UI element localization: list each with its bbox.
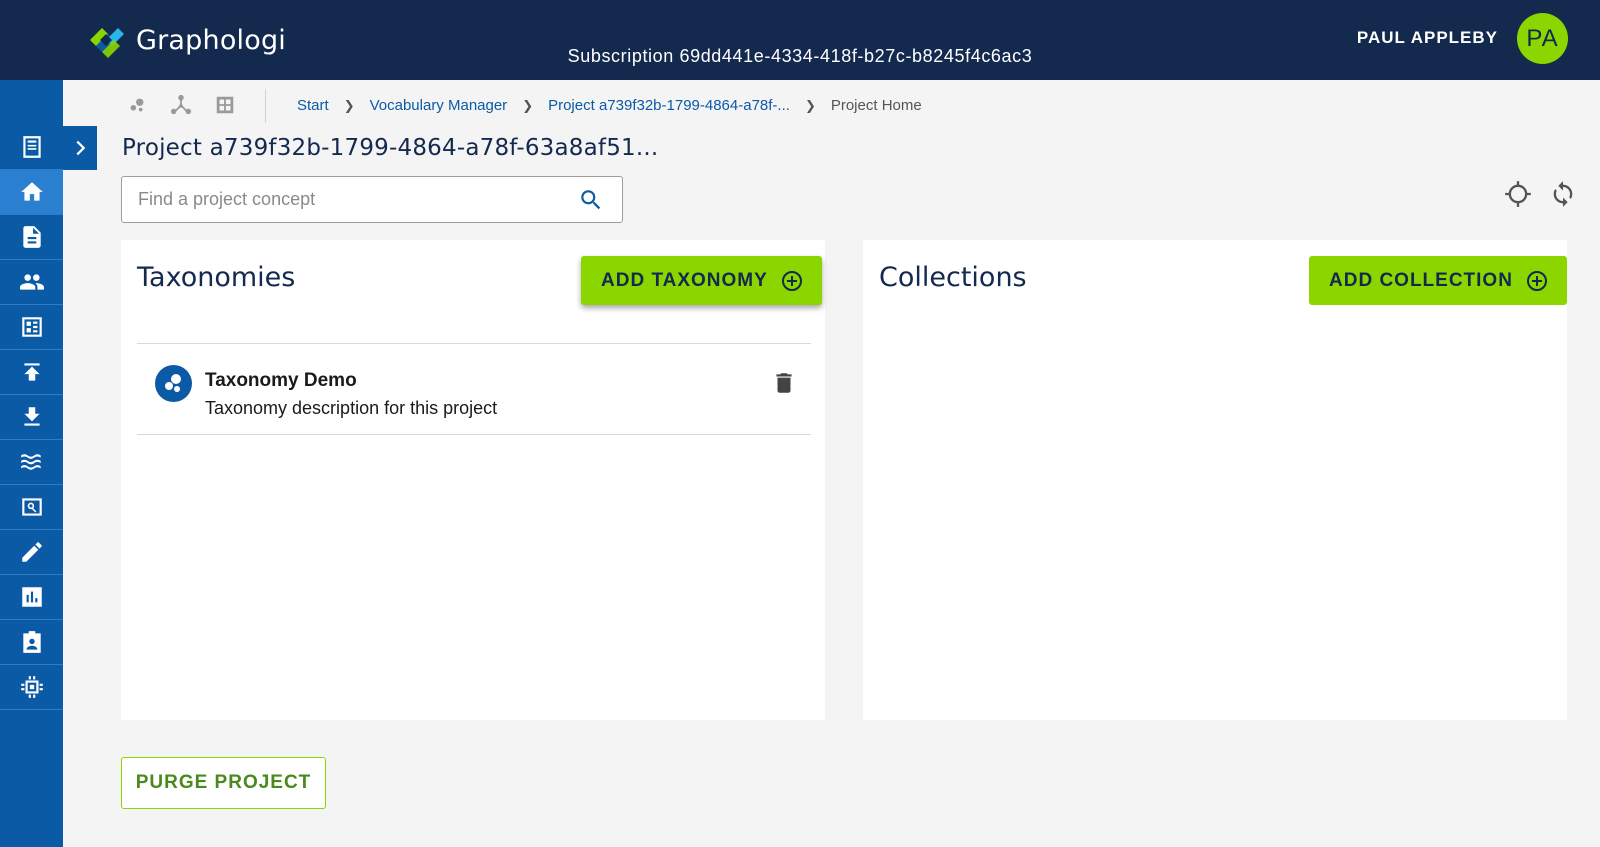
taxonomy-description: Taxonomy description for this project xyxy=(205,398,498,418)
list-item[interactable]: Taxonomy Demo Taxonomy description for t… xyxy=(137,344,811,434)
avatar[interactable]: PA xyxy=(1517,13,1568,64)
sidebar-item-people[interactable] xyxy=(0,260,63,305)
crosshair-icon[interactable] xyxy=(1504,180,1532,208)
taxonomies-title: Taxonomies xyxy=(137,262,296,293)
delete-icon[interactable] xyxy=(771,369,797,397)
add-collection-label: ADD COLLECTION xyxy=(1329,269,1513,291)
page-title: Project a739f32b-1799-4864-a78f-63a8af51… xyxy=(122,135,659,161)
sidebar-item-chart[interactable] xyxy=(0,575,63,620)
top-bar: Graphologi Subscription 69dd441e-4334-41… xyxy=(0,0,1600,80)
taxonomy-name[interactable]: Taxonomy Demo xyxy=(205,370,357,392)
sidebar-item-file[interactable] xyxy=(0,215,63,260)
sidebar-item-home[interactable] xyxy=(0,170,63,215)
sidebar-item-download[interactable] xyxy=(0,395,63,440)
concept-search xyxy=(121,176,623,223)
breadcrumb-vocabulary-manager[interactable]: Vocabulary Manager xyxy=(370,97,508,114)
chevron-right-icon: ❯ xyxy=(522,97,534,113)
search-icon[interactable] xyxy=(578,187,604,213)
sidebar-item-edit[interactable] xyxy=(0,530,63,575)
purge-project-button[interactable]: PURGE PROJECT xyxy=(121,757,326,809)
search-input[interactable] xyxy=(138,177,558,222)
add-circle-icon xyxy=(781,270,802,291)
sidebar xyxy=(0,80,63,847)
sidebar-item-waves[interactable] xyxy=(0,440,63,485)
graph-view-icon[interactable] xyxy=(170,94,192,116)
breadcrumb-project[interactable]: Project a739f32b-1799-4864-a78f-... xyxy=(548,97,790,114)
chevron-right-icon: ❯ xyxy=(343,97,355,113)
collections-title: Collections xyxy=(879,262,1027,293)
view-switcher xyxy=(126,94,236,116)
add-taxonomy-button[interactable]: ADD TAXONOMY xyxy=(581,256,822,305)
breadcrumb-start[interactable]: Start xyxy=(297,97,329,114)
sync-icon[interactable] xyxy=(1549,180,1577,208)
sidebar-item-dashboard[interactable] xyxy=(0,305,63,350)
add-collection-button[interactable]: ADD COLLECTION xyxy=(1309,256,1567,305)
taxonomies-panel: Taxonomies ADD TAXONOMY Taxonomy Demo Ta… xyxy=(121,240,825,720)
edit-icon xyxy=(21,542,42,562)
taxonomy-icon xyxy=(155,365,192,402)
sidebar-item-chip[interactable] xyxy=(0,665,63,710)
user-name[interactable]: PAUL APPLEBY xyxy=(1357,28,1498,48)
sidebar-item-documents[interactable] xyxy=(0,125,63,170)
list-divider xyxy=(137,434,811,435)
download-icon xyxy=(23,407,40,426)
breadcrumb: Start ❯ Vocabulary Manager ❯ Project a73… xyxy=(297,97,922,114)
sidebar-expand-button[interactable] xyxy=(63,126,97,170)
dashboard-icon xyxy=(21,317,42,337)
bubbles-view-icon[interactable] xyxy=(126,94,148,116)
add-taxonomy-label: ADD TAXONOMY xyxy=(601,269,768,291)
chart-icon xyxy=(21,587,42,607)
image-search-icon xyxy=(21,498,42,516)
breadcrumb-current: Project Home xyxy=(830,97,922,114)
divider xyxy=(265,89,266,123)
chevron-right-icon xyxy=(76,140,86,156)
grid-view-icon[interactable] xyxy=(214,94,236,116)
document-list-icon xyxy=(22,136,41,158)
waves-icon xyxy=(20,454,41,470)
chip-icon xyxy=(20,676,43,698)
collections-panel: Collections ADD COLLECTION xyxy=(863,240,1567,720)
sidebar-item-image-search[interactable] xyxy=(0,485,63,530)
badge-icon xyxy=(22,631,41,653)
upload-icon xyxy=(23,363,40,381)
home-icon xyxy=(20,182,43,201)
sidebar-item-upload[interactable] xyxy=(0,350,63,395)
file-icon xyxy=(22,226,41,248)
add-circle-icon xyxy=(1526,270,1547,291)
sidebar-item-badge[interactable] xyxy=(0,620,63,665)
subscription-label: Subscription 69dd441e-4334-418f-b27c-b82… xyxy=(567,46,1033,66)
people-icon xyxy=(19,274,44,290)
chevron-right-icon: ❯ xyxy=(804,97,816,113)
